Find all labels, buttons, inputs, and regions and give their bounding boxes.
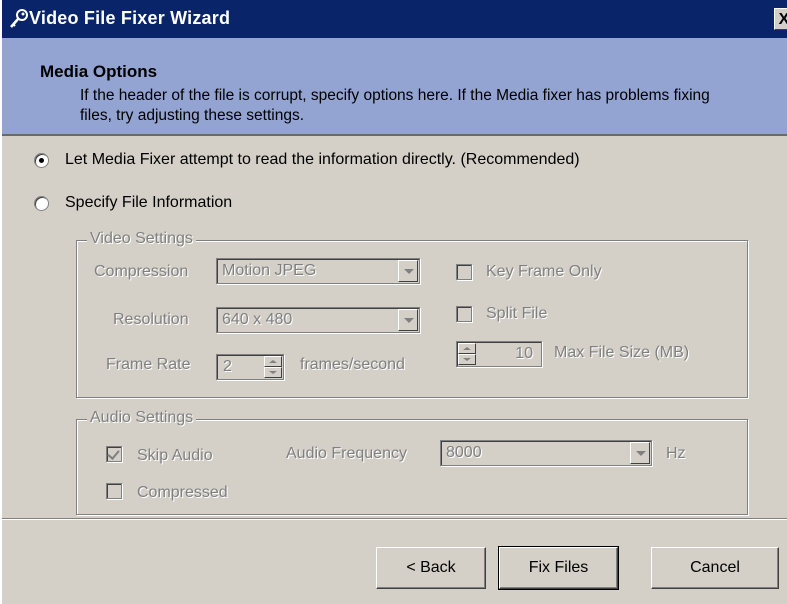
frame-rate-spin-buttons[interactable] <box>264 356 282 378</box>
window-title: Video File Fixer Wizard <box>29 8 231 28</box>
spin-down-icon[interactable] <box>458 354 476 365</box>
audio-frequency-value: 8000 <box>446 444 482 461</box>
title-bar[interactable]: Video File Fixer Wizard X <box>2 0 787 38</box>
split-file-label: Split File <box>486 305 548 322</box>
resolution-value: 640 x 480 <box>222 311 293 328</box>
back-button-label: < Back <box>406 559 456 576</box>
chevron-down-icon[interactable] <box>630 442 650 464</box>
skip-audio-checkbox[interactable] <box>106 446 122 462</box>
key-icon <box>10 9 28 28</box>
wizard-header: Media Options If the header of the file … <box>2 38 787 136</box>
spin-down-icon[interactable] <box>264 367 282 378</box>
spin-up-icon[interactable] <box>458 343 476 354</box>
resolution-select[interactable]: 640 x 480 <box>216 307 420 333</box>
frame-rate-stepper[interactable]: 2 <box>216 354 284 380</box>
max-file-size-value: 10 <box>515 345 533 362</box>
audio-settings-legend: Audio Settings <box>87 409 197 427</box>
fix-files-button-label: Fix Files <box>528 559 589 576</box>
cancel-button-label: Cancel <box>690 559 740 576</box>
wizard-window: Video File Fixer Wizard X Media Options … <box>0 0 787 604</box>
chevron-down-icon[interactable] <box>398 260 418 282</box>
specify-info-label: Specify File Information <box>65 194 233 211</box>
audio-frequency-unit: Hz <box>666 445 686 462</box>
auto-read-option[interactable]: Let Media Fixer attempt to read the info… <box>34 151 580 169</box>
page-title: Media Options <box>40 62 158 81</box>
back-button[interactable]: < Back <box>376 547 486 589</box>
frame-rate-label: Frame Rate <box>106 356 191 373</box>
skip-audio-label: Skip Audio <box>137 447 213 464</box>
audio-frequency-label: Audio Frequency <box>286 445 407 462</box>
max-file-size-label: Max File Size (MB) <box>554 344 690 361</box>
max-file-size-stepper[interactable]: 10 <box>456 341 542 367</box>
max-file-size-spin-buttons[interactable] <box>458 343 476 365</box>
resolution-label: Resolution <box>113 311 189 328</box>
close-button[interactable]: X <box>774 8 787 30</box>
specify-info-radio[interactable] <box>34 195 49 211</box>
video-settings-legend: Video Settings <box>87 230 196 248</box>
compression-value: Motion JPEG <box>222 262 317 279</box>
compressed-label: Compressed <box>137 484 228 501</box>
audio-frequency-select[interactable]: 8000 <box>440 440 652 466</box>
compression-select[interactable]: Motion JPEG <box>216 258 420 284</box>
key-frame-label: Key Frame Only <box>486 263 602 280</box>
page-description: If the header of the file is corrupt, sp… <box>80 87 710 124</box>
cancel-button[interactable]: Cancel <box>651 547 779 589</box>
spin-up-icon[interactable] <box>264 356 282 367</box>
key-frame-checkbox[interactable] <box>456 264 472 280</box>
compression-label: Compression <box>94 263 189 280</box>
specify-info-option[interactable]: Specify File Information <box>34 194 232 212</box>
auto-read-label: Let Media Fixer attempt to read the info… <box>65 151 580 168</box>
split-file-checkbox[interactable] <box>456 306 472 322</box>
auto-read-radio[interactable] <box>34 152 49 168</box>
footer-divider <box>2 518 787 520</box>
frame-rate-value: 2 <box>223 358 232 375</box>
chevron-down-icon[interactable] <box>398 309 418 331</box>
frame-rate-unit: frames/second <box>300 356 405 373</box>
compressed-checkbox[interactable] <box>106 483 122 499</box>
fix-files-button[interactable]: Fix Files <box>498 546 619 590</box>
